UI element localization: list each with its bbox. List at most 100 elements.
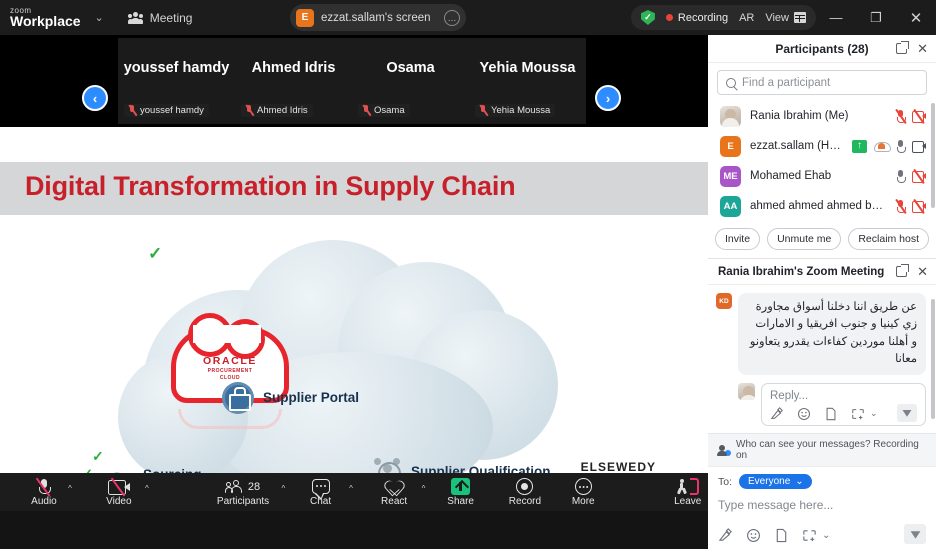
mic-on-icon[interactable] bbox=[896, 169, 906, 183]
window-controls-group: ✓ Recording AR View — ❐ ✕ bbox=[630, 0, 936, 35]
participant-row[interactable]: E ezzat.sallam (Host) bbox=[708, 131, 936, 161]
video-options-caret-icon[interactable]: ^ bbox=[145, 484, 149, 493]
compose-toolbar: ⌄ bbox=[718, 524, 926, 544]
reply-input[interactable]: Reply... ⌄ bbox=[761, 382, 926, 426]
popout-icon[interactable] bbox=[896, 41, 910, 54]
chat-panel: Rania Ibrahim's Zoom Meeting ✕ KD عن طري… bbox=[708, 258, 936, 549]
avatar bbox=[720, 105, 741, 127]
record-label: Record bbox=[508, 495, 542, 507]
camera-muted-icon[interactable] bbox=[912, 109, 926, 124]
record-icon bbox=[516, 478, 534, 495]
minimize-button[interactable]: — bbox=[816, 0, 856, 35]
emoji-icon[interactable] bbox=[746, 528, 761, 543]
video-tile[interactable]: youssef hamdy youssef hamdy bbox=[118, 38, 235, 124]
participants-scrollbar[interactable] bbox=[931, 103, 935, 208]
mic-muted-icon[interactable] bbox=[894, 108, 906, 124]
file-attachment-icon[interactable] bbox=[824, 407, 838, 421]
video-tile[interactable]: Yehia Moussa Yehia Moussa bbox=[469, 38, 586, 124]
reclaim-host-button[interactable]: Reclaim host bbox=[848, 228, 930, 250]
video-tile-tag-label: youssef hamdy bbox=[140, 105, 204, 116]
participants-button[interactable]: 28 Participants ^ bbox=[211, 478, 285, 507]
maximize-button[interactable]: ❐ bbox=[856, 0, 896, 35]
recipient-dropdown[interactable]: Everyone ⌄ bbox=[739, 474, 812, 489]
mic-muted-icon bbox=[245, 105, 253, 116]
more-button[interactable]: More bbox=[563, 478, 604, 507]
close-button[interactable]: ✕ bbox=[896, 0, 936, 35]
mic-muted-icon bbox=[36, 477, 51, 497]
send-icon bbox=[902, 409, 912, 417]
node-supplier-portal: Supplier Portal bbox=[222, 382, 359, 414]
view-label: View bbox=[765, 11, 789, 24]
video-tile-name: Osama bbox=[386, 60, 435, 76]
strip-prev-button[interactable]: ‹ bbox=[82, 85, 108, 111]
participants-options-caret-icon[interactable]: ^ bbox=[282, 484, 286, 493]
audio-options-caret-icon[interactable]: ^ bbox=[68, 484, 72, 493]
mic-on-icon[interactable] bbox=[896, 139, 906, 153]
participant-row[interactable]: AA ahmed ahmed ahmed barghout bbox=[708, 191, 936, 221]
emoji-icon[interactable] bbox=[797, 407, 811, 421]
close-icon[interactable]: ✕ bbox=[917, 42, 928, 55]
unmute-me-button[interactable]: Unmute me bbox=[767, 228, 842, 250]
camera-muted-icon[interactable] bbox=[912, 169, 926, 184]
participants-panel-title: Participants (28) bbox=[775, 41, 869, 56]
audio-button[interactable]: Audio ^ bbox=[20, 477, 72, 507]
leave-button[interactable]: Leave bbox=[667, 478, 708, 507]
chevron-down-icon[interactable]: ⌄ bbox=[822, 530, 830, 541]
recording-indicator[interactable]: Recording bbox=[665, 11, 729, 24]
video-tile-name: youssef hamdy bbox=[123, 60, 230, 76]
camera-muted-icon[interactable] bbox=[912, 199, 926, 214]
participant-row[interactable]: ME Mohamed Ehab bbox=[708, 161, 936, 191]
video-tile[interactable]: Osama Osama bbox=[352, 38, 469, 124]
chat-scrollbar[interactable] bbox=[931, 299, 935, 419]
video-tile-name: Yehia Moussa bbox=[479, 60, 576, 76]
react-options-caret-icon[interactable]: ^ bbox=[422, 484, 426, 493]
share-label: Share bbox=[447, 495, 474, 507]
popout-icon[interactable] bbox=[896, 264, 910, 277]
meeting-tab[interactable]: Meeting bbox=[127, 10, 193, 25]
ar-button[interactable]: AR bbox=[739, 12, 754, 24]
react-button[interactable]: React ^ bbox=[374, 478, 425, 507]
avatar: KD bbox=[716, 293, 732, 309]
screenshot-icon[interactable] bbox=[851, 407, 865, 421]
chat-message[interactable]: KD عن طريق اننا دخلنا أسواق مجاورة زي كي… bbox=[716, 293, 926, 375]
video-tile-tag-label: Ahmed Idris bbox=[257, 105, 308, 116]
screenshot-icon[interactable] bbox=[802, 528, 817, 543]
more-options-icon[interactable]: … bbox=[444, 9, 460, 26]
close-icon[interactable]: ✕ bbox=[917, 265, 928, 278]
shared-screen-slide[interactable]: Digital Transformation in Supply Chain O… bbox=[0, 127, 708, 511]
format-text-icon[interactable] bbox=[770, 407, 784, 421]
chevron-down-icon[interactable]: ⌄ bbox=[870, 408, 878, 419]
send-button[interactable] bbox=[904, 524, 926, 544]
view-button[interactable]: View bbox=[765, 12, 806, 24]
video-thumbnail-strip: youssef hamdy youssef hamdy Ahmed Idris … bbox=[0, 35, 708, 127]
participant-name: Mohamed Ehab bbox=[750, 170, 832, 182]
file-attachment-icon[interactable] bbox=[774, 528, 789, 543]
format-text-icon[interactable] bbox=[718, 528, 733, 543]
strip-next-button[interactable]: › bbox=[595, 85, 621, 111]
chat-disclaimer[interactable]: Who can see your messages? Recording on bbox=[708, 433, 936, 466]
send-button[interactable] bbox=[897, 403, 917, 422]
video-button[interactable]: Video ^ bbox=[95, 477, 149, 507]
mic-muted-icon[interactable] bbox=[894, 198, 906, 214]
encryption-shield-icon[interactable]: ✓ bbox=[640, 10, 655, 25]
video-tile[interactable]: Ahmed Idris Ahmed Idris bbox=[235, 38, 352, 124]
chat-button[interactable]: Chat ^ bbox=[300, 478, 353, 507]
react-label: React bbox=[381, 495, 408, 507]
sharer-label: ezzat.sallam's screen bbox=[321, 11, 431, 24]
record-button[interactable]: Record bbox=[502, 478, 548, 507]
recording-label: Recording bbox=[677, 11, 729, 24]
search-input[interactable]: Find a participant bbox=[717, 70, 927, 95]
invite-button[interactable]: Invite bbox=[714, 228, 761, 250]
leave-label: Leave bbox=[674, 495, 702, 507]
chat-options-caret-icon[interactable]: ^ bbox=[349, 484, 353, 493]
participant-row[interactable]: Rania Ibrahim (Me) bbox=[708, 101, 936, 131]
participant-name: Rania Ibrahim (Me) bbox=[750, 110, 849, 122]
camera-on-icon[interactable] bbox=[912, 141, 926, 153]
meeting-tab-label: Meeting bbox=[149, 10, 193, 25]
message-input[interactable]: Type message here... bbox=[718, 498, 926, 512]
recipient-value: Everyone bbox=[748, 476, 791, 487]
mic-muted-icon bbox=[479, 105, 487, 116]
chevron-down-icon[interactable]: ⌄ bbox=[95, 11, 104, 24]
share-button[interactable]: Share bbox=[440, 478, 481, 507]
screen-share-indicator[interactable]: E ezzat.sallam's screen … bbox=[290, 4, 466, 31]
